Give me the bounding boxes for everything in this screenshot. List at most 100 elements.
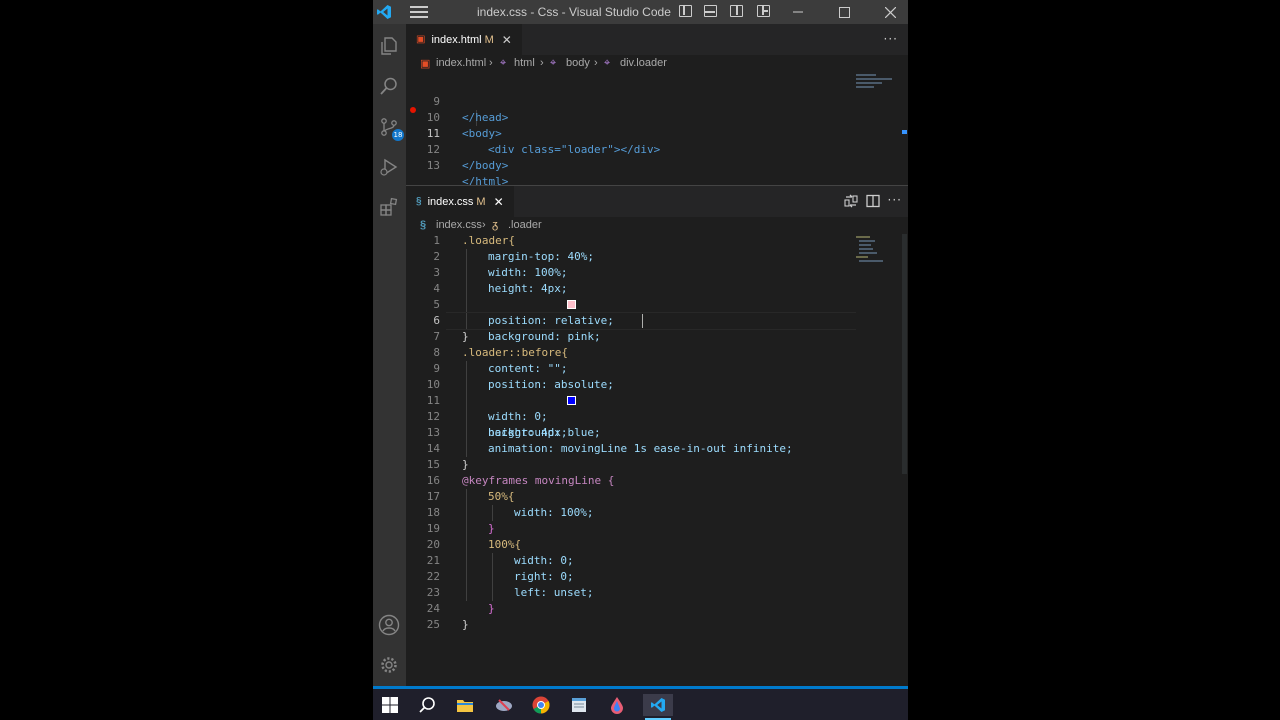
line-number: 21 [426,554,440,567]
split-editor-icon[interactable] [866,193,880,212]
line-text: width: 100%; [514,506,594,519]
scrollbar[interactable] [902,234,907,474]
css-selector-icon: ᵹ [492,219,499,231]
menu-icon[interactable] [410,3,428,21]
more-actions-icon[interactable]: ··· [888,193,902,207]
code-line: 24} [406,601,886,617]
line-text: 50%{ [488,490,515,503]
line-text: } [462,458,469,471]
search-icon[interactable] [377,74,401,98]
color-swatch-blue[interactable] [567,396,576,405]
taskbar [373,689,908,720]
minimize-button[interactable] [778,0,818,24]
line-number: 3 [433,266,440,279]
line-text: .loader::before{ [462,346,568,359]
title-bar: index.css - Css - Visual Studio Code [373,0,908,24]
css-file-icon: § [420,219,427,231]
windows-start-icon[interactable] [379,694,401,716]
line-number: 18 [426,506,440,519]
html-file-icon: ▣ [420,58,431,70]
code-line: 4 height: 4px; [406,281,886,297]
code-line: 10 position: absolute; [406,377,886,393]
line-text: margin-top: 40%; [488,250,594,263]
html-element-icon: ⌖ [500,57,507,69]
maximize-button[interactable] [824,0,864,24]
source-control-icon[interactable]: 18 [377,115,404,141]
vscode-icon[interactable] [643,694,673,716]
code-line: 13 </html> [406,142,886,188]
toggle-secondary-sidebar-icon[interactable] [730,5,743,17]
line-text: content: ""; [488,362,568,375]
line-number: 5 [433,298,440,311]
code-line: 23 left: unset; [406,585,886,601]
file-explorer-icon[interactable] [454,694,476,716]
customize-layout-icon[interactable] [757,5,770,17]
breadcrumb-item[interactable]: index.css [436,219,482,231]
breadcrumb-item[interactable]: .loader [508,219,542,231]
code-line: 15} [406,457,886,473]
line-text: width: 0; [514,554,574,567]
run-debug-icon[interactable] [377,155,401,179]
chrome-icon[interactable] [530,694,552,716]
accounts-icon[interactable] [377,613,401,637]
line-number: 1 [433,234,440,247]
settings-gear-icon[interactable] [377,653,401,677]
breadcrumb-item[interactable]: div.loader [620,57,667,69]
html-file-icon: ▣ [416,34,426,45]
code-line: 12 </body> [406,126,886,172]
tab-index-html[interactable]: ▣ index.html M ✕ [406,24,522,55]
code-line: 21 width: 0; [406,553,886,569]
scrollbar[interactable] [902,130,907,134]
code-line: 5 background: pink; [406,297,886,343]
code-line: 1 .loader{ [406,233,886,249]
line-text: left: unset; [514,586,594,599]
chevron-right-icon: › [482,219,486,231]
toggle-primary-sidebar-icon[interactable] [679,5,692,17]
extensions-icon[interactable] [377,195,401,219]
activity-bar: 18 [373,24,406,686]
minimap[interactable] [856,234,902,266]
breadcrumb-item[interactable]: body [566,57,590,69]
more-actions-icon[interactable]: ··· [884,32,898,46]
code-editor-css[interactable]: 1 .loader{ 2 margin-top: 40%; 3 width: 100%… [406,233,908,643]
notepad-icon[interactable] [568,694,590,716]
search-icon[interactable] [416,694,438,716]
code-line: 11 background: blue; [406,393,886,439]
breadcrumb-item[interactable]: index.html [436,57,486,69]
code-line: 7} [406,329,886,345]
css-file-icon: § [416,196,422,207]
code-line: 8 .loader::before{ [406,345,886,361]
code-line: 3 width: 100%; [406,265,886,281]
code-editor-html[interactable]: 9 </head> 10 <body> 11 <div class="loade… [406,78,908,188]
line-text: animation: movingLine 1s ease-in-out inf… [488,442,793,455]
explorer-icon[interactable] [377,34,401,58]
breadcrumb-item[interactable]: html [514,57,535,69]
code-line: 20 100%{ [406,537,886,553]
compare-changes-icon[interactable] [844,193,858,212]
snip-icon[interactable] [493,694,515,716]
line-number: 15 [426,458,440,471]
tab-bar: ▣ index.html M ✕ ··· [406,24,908,55]
code-line: 9 </head> [406,78,886,124]
tab-index-css[interactable]: § index.css M ✕ [406,186,514,217]
toggle-panel-icon[interactable] [704,5,717,17]
code-line: 6 position: relative; [406,313,886,329]
close-window-button[interactable] [870,0,908,24]
html-element-icon: ⌖ [604,57,611,69]
minimap[interactable] [856,72,902,92]
close-tab-icon[interactable]: ✕ [494,195,504,209]
line-number: 10 [426,378,440,391]
color-swatch-pink[interactable] [567,300,576,309]
line-text: } [488,522,495,535]
source-control-badge: 18 [392,129,404,141]
html-element-icon: ⌖ [550,57,557,69]
line-number: 17 [426,490,440,503]
line-number: 7 [433,330,440,343]
line-text: } [488,602,495,615]
close-tab-icon[interactable]: ✕ [502,33,512,47]
window-title: index.css - Css - Visual Studio Code [477,5,671,19]
drop-icon[interactable] [606,694,628,716]
line-number: 23 [426,586,440,599]
line-number: 2 [433,250,440,263]
line-text: } [462,330,469,343]
